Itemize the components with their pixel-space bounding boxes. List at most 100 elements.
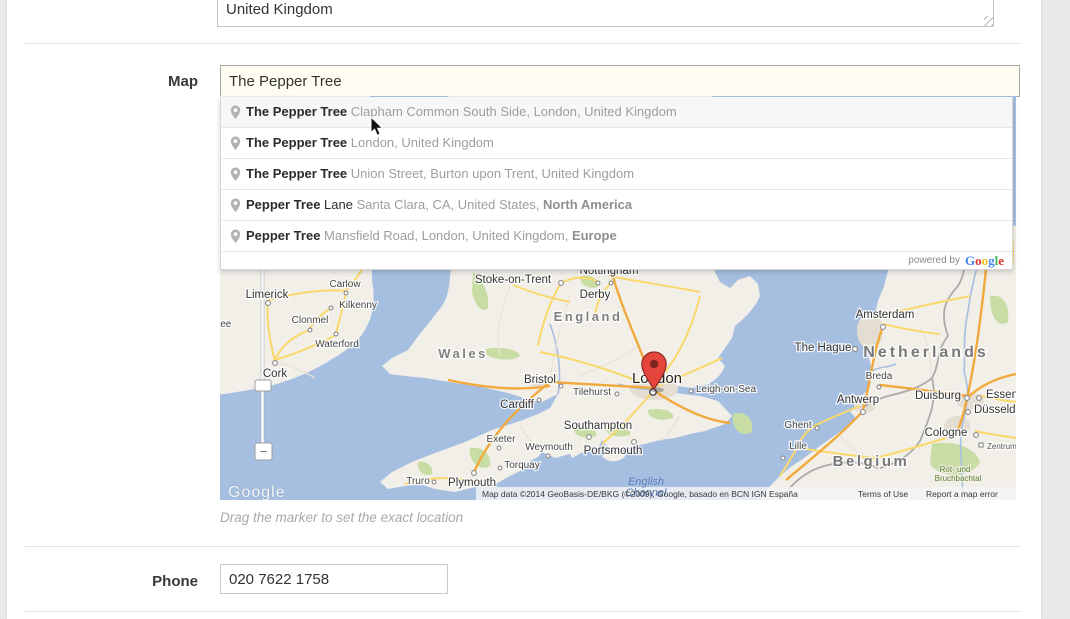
map-city-dot bbox=[781, 456, 785, 460]
map-label: Limerick bbox=[246, 289, 289, 301]
map-label: Belgium bbox=[833, 453, 910, 470]
map-label: Cork bbox=[263, 368, 288, 380]
autocomplete-suggestion[interactable]: The Pepper Tree Union Street, Burton upo… bbox=[221, 159, 1012, 190]
map-label: Weymouth bbox=[525, 442, 573, 453]
suggestion-main-text: Pepper Tree bbox=[246, 197, 320, 212]
map-city-dot bbox=[966, 410, 971, 415]
map-label: lee bbox=[220, 319, 232, 330]
map-city-dot bbox=[689, 389, 693, 393]
map-label: Tilehurst bbox=[573, 387, 611, 398]
autocomplete-suggestion[interactable]: The Pepper Tree Clapham Common South Sid… bbox=[221, 97, 1012, 128]
map-label: Southampton bbox=[564, 420, 632, 432]
map-label: The Hague bbox=[795, 342, 852, 354]
map-label: Zentrum bbox=[987, 442, 1016, 451]
map-city-dot bbox=[815, 426, 819, 430]
map-city-dot bbox=[498, 466, 502, 470]
map-search-input[interactable] bbox=[220, 65, 1020, 97]
map-city-dot bbox=[596, 281, 600, 285]
place-pin-icon bbox=[230, 167, 241, 182]
map-label: Truro bbox=[406, 476, 430, 487]
powered-by-text: powered by bbox=[908, 255, 960, 266]
suggestion-secondary-text: Clapham Common South Side, London, Unite… bbox=[347, 104, 677, 119]
map-label: Plymouth bbox=[448, 477, 496, 489]
address-textarea[interactable] bbox=[217, 0, 994, 27]
autocomplete-suggestion[interactable]: Pepper Tree Lane Santa Clara, CA, United… bbox=[221, 190, 1012, 221]
terms-of-use-link[interactable]: Terms of Use bbox=[858, 489, 908, 499]
map-label: Clonmel bbox=[292, 315, 329, 326]
phone-field-label: Phone bbox=[7, 573, 198, 590]
map-label: Bruchbachtal bbox=[935, 474, 982, 483]
suggestion-main-text: The Pepper Tree bbox=[246, 135, 347, 150]
map-city-dot bbox=[615, 392, 619, 396]
map-attribution-text: Map data ©2014 GeoBasis-DE/BKG (©2009), … bbox=[482, 489, 798, 499]
map-city-dot bbox=[472, 471, 477, 476]
map-city-dot bbox=[587, 435, 592, 440]
map-city-dot bbox=[861, 410, 866, 415]
place-pin-icon bbox=[230, 136, 241, 151]
map-city-dot bbox=[965, 396, 970, 401]
suggestion-secondary-text: Mansfield Road, London, United Kingdom, bbox=[320, 228, 572, 243]
zoom-slider-thumb[interactable] bbox=[255, 380, 271, 391]
map-label: Portsmouth bbox=[584, 445, 643, 457]
phone-input[interactable] bbox=[220, 564, 448, 594]
google-watermark-logo: Google bbox=[228, 484, 286, 500]
map-label: Breda bbox=[866, 371, 893, 382]
map-label: Exeter bbox=[487, 434, 517, 445]
map-city-dot bbox=[432, 480, 436, 484]
page: Map bbox=[0, 0, 1070, 619]
map-label: Düsseldorf bbox=[974, 404, 1016, 416]
zoom-out-minus-glyph: − bbox=[260, 444, 268, 459]
textarea-resize-grip[interactable] bbox=[984, 16, 994, 26]
map-label: Stoke-on-Trent bbox=[475, 274, 552, 286]
map-label: Netherlands bbox=[863, 344, 988, 361]
suggestion-plain-text: Lane bbox=[320, 197, 353, 212]
suggestion-region-text: North America bbox=[543, 197, 632, 212]
suggestion-secondary-text: Union Street, Burton upon Trent, United … bbox=[347, 166, 634, 181]
map-city-dot bbox=[881, 325, 886, 330]
suggestion-region-text: Europe bbox=[572, 228, 617, 243]
google-logo: Google bbox=[965, 253, 1004, 269]
map-city-dot bbox=[559, 384, 563, 388]
map-label: Leigh-on-Sea bbox=[696, 384, 756, 395]
suggestion-main-text: The Pepper Tree bbox=[246, 166, 347, 181]
suggestion-main-text: The Pepper Tree bbox=[246, 104, 347, 119]
map-city-dot bbox=[344, 291, 348, 295]
map-city-dot bbox=[329, 306, 333, 310]
section-divider bbox=[25, 546, 1021, 547]
autocomplete-suggestion[interactable]: Pepper Tree Mansfield Road, London, Unit… bbox=[221, 221, 1012, 252]
map-city-dot bbox=[853, 347, 858, 352]
map-label: Cologne bbox=[925, 427, 968, 439]
map-city-dot bbox=[546, 454, 550, 458]
map-label: Ghent bbox=[784, 420, 811, 431]
map-label: Carlow bbox=[329, 279, 361, 290]
report-map-error-link[interactable]: Report a map error bbox=[926, 489, 998, 499]
map-label: Waterford bbox=[315, 339, 359, 350]
drag-marker-hint: Drag the marker to set the exact locatio… bbox=[220, 510, 463, 525]
map-city-dot bbox=[559, 281, 564, 286]
place-pin-icon bbox=[230, 229, 241, 244]
map-city-dot bbox=[334, 332, 338, 336]
autocomplete-suggestion[interactable]: The Pepper Tree London, United Kingdom bbox=[221, 128, 1012, 159]
map-city-dot bbox=[632, 440, 637, 445]
suggestion-secondary-text: London, United Kingdom bbox=[347, 135, 494, 150]
section-divider bbox=[25, 611, 1021, 612]
map-city-dot bbox=[497, 446, 501, 450]
form-card: Map bbox=[7, 0, 1041, 619]
places-autocomplete-dropdown: The Pepper Tree Clapham Common South Sid… bbox=[220, 97, 1013, 270]
suggestion-main-text: Pepper Tree bbox=[246, 228, 320, 243]
map-label: Derby bbox=[580, 289, 611, 301]
powered-by-google: powered by Google bbox=[221, 252, 1012, 269]
map-city-dot bbox=[537, 398, 541, 402]
map-city-dot bbox=[273, 361, 278, 366]
map-label: Kilkenny bbox=[339, 300, 377, 311]
map-label: Bristol bbox=[524, 374, 556, 386]
place-pin-icon bbox=[230, 105, 241, 120]
suggestion-secondary-text: Santa Clara, CA, United States, bbox=[353, 197, 543, 212]
map-field-label: Map bbox=[7, 73, 198, 90]
map-label: Torquay bbox=[504, 460, 540, 471]
map-label: Rot- und bbox=[940, 465, 971, 474]
map-city-dot bbox=[609, 281, 613, 285]
map-label: Essen bbox=[986, 389, 1016, 401]
map-label: Wales bbox=[438, 346, 488, 361]
map-city-dot bbox=[266, 301, 271, 306]
